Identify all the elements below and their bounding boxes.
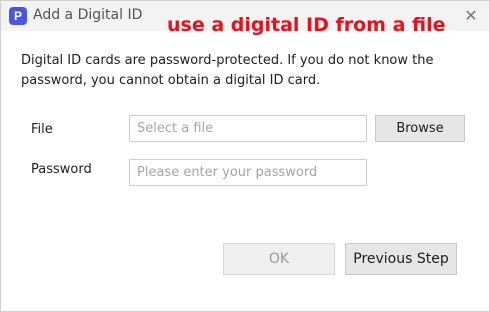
dialog-title: Add a Digital ID [33, 7, 143, 23]
ok-button[interactable]: OK [223, 243, 335, 275]
previous-step-button[interactable]: Previous Step [345, 243, 457, 275]
file-label: File [31, 122, 53, 137]
password-label: Password [31, 162, 92, 177]
file-path-input[interactable] [129, 115, 367, 142]
annotation-text: use a digital ID from a file [167, 14, 446, 36]
password-input[interactable] [129, 159, 367, 186]
description-text: Digital ID cards are password-protected.… [21, 53, 434, 88]
close-icon[interactable]: ✕ [459, 4, 483, 28]
pdf-app-icon: P [9, 7, 27, 25]
browse-button[interactable]: Browse [375, 115, 465, 142]
add-digital-id-dialog: P Add a Digital ID ✕ use a digital ID fr… [0, 0, 490, 312]
